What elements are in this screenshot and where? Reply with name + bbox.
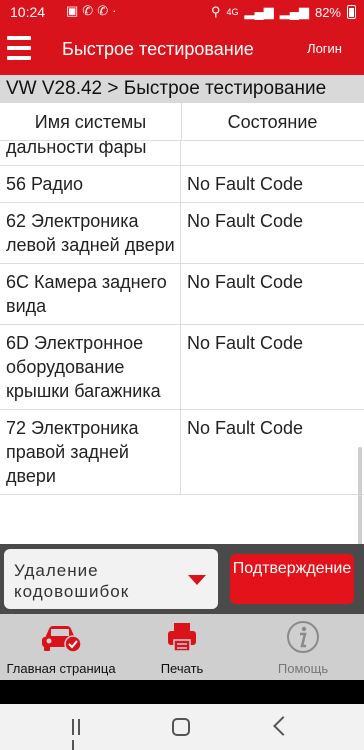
printer-icon (168, 623, 196, 652)
location-icon: ⚲ (210, 4, 221, 19)
recent-apps-icon[interactable] (72, 719, 88, 750)
image-icon: ▣ (66, 3, 79, 18)
system-name: дальности фары (0, 141, 181, 165)
table-row[interactable]: 62 Электроника левой задней двери No Fau… (0, 203, 364, 264)
system-state: No Fault Code (187, 174, 304, 194)
battery-percent: 82% (314, 4, 341, 20)
table-row[interactable]: 6D Электронное оборудование крышки багаж… (0, 325, 364, 410)
dropdown-value: Удаление кодовошибок (14, 561, 130, 601)
app-bar: Быстрое тестирование Логин (0, 25, 364, 75)
home-button[interactable]: Главная страница (0, 614, 122, 680)
action-bar: Удаление кодовошибок Подтверждение (0, 544, 364, 614)
info-icon (287, 621, 319, 653)
table-row[interactable]: 72 Электроника правой задней двери No Fa… (0, 410, 364, 495)
bottom-toolbar: Главная страница Печать Помощь (0, 614, 364, 680)
login-button[interactable]: Логин (307, 41, 342, 56)
system-state: No Fault Code (187, 211, 304, 231)
system-name: 6D Электронное оборудование крышки багаж… (0, 325, 181, 409)
chevron-down-icon (188, 575, 206, 585)
table-row[interactable]: 56 Радио No Fault Code (0, 166, 364, 203)
column-header-system: Имя системы (34, 112, 147, 132)
network-label: 4G (226, 7, 239, 17)
back-icon[interactable] (273, 716, 293, 736)
help-label: Помощь (277, 661, 329, 676)
status-bar: 10:24 ▣ ✆ ✆ · ⚲ 4G ▂▄▆ ▂▄▆ 82% (0, 0, 364, 25)
system-name: 6C Камера заднего вида (0, 264, 181, 324)
table-row[interactable]: дальности фары (0, 141, 364, 166)
print-button[interactable]: Печать (122, 614, 242, 680)
system-state: No Fault Code (187, 333, 304, 353)
status-right: ⚲ 4G ▂▄▆ ▂▄▆ 82% (211, 4, 356, 20)
dot-icon: · (112, 3, 117, 18)
separator-strip (0, 680, 364, 704)
print-label: Печать (160, 661, 204, 676)
system-name: 72 Электроника правой задней двери (0, 410, 181, 494)
page-title: Быстрое тестирование (62, 39, 254, 59)
car-check-icon (42, 626, 82, 653)
viber-icon: ✆ (97, 3, 109, 18)
table-rows: дальности фары 56 Радио No Fault Code 62… (0, 141, 364, 495)
home-nav-icon[interactable] (172, 718, 190, 736)
system-name: 62 Электроника левой задней двери (0, 203, 181, 263)
table-row[interactable]: 6C Камера заднего вида No Fault Code (0, 264, 364, 325)
menu-icon[interactable] (7, 36, 31, 62)
status-time: 10:24 (10, 4, 46, 20)
system-state: No Fault Code (187, 418, 304, 438)
breadcrumb: VW V28.42 > Быстрое тестирование (0, 75, 364, 103)
help-button[interactable]: Помощь (242, 614, 364, 680)
system-name: 56 Радио (0, 166, 181, 202)
viber-icon: ✆ (82, 3, 94, 18)
signal-icon: ▂▄▆ (244, 4, 274, 19)
table-header: Имя системы Состояние (0, 103, 364, 141)
confirm-button[interactable]: Подтверждение (230, 554, 354, 604)
operation-dropdown[interactable]: Удаление кодовошибок (4, 549, 218, 609)
battery-icon (347, 5, 356, 19)
signal-icon: ▂▄▆ (279, 4, 309, 19)
table-body[interactable]: дальности фары 56 Радио No Fault Code 62… (0, 141, 364, 544)
scrollbar[interactable] (358, 447, 362, 544)
notification-icons: ▣ ✆ ✆ · (66, 3, 116, 19)
system-state: No Fault Code (187, 272, 304, 292)
home-label: Главная страница (6, 661, 116, 676)
column-header-state: Состояние (227, 112, 318, 132)
system-nav-bar (0, 704, 364, 750)
